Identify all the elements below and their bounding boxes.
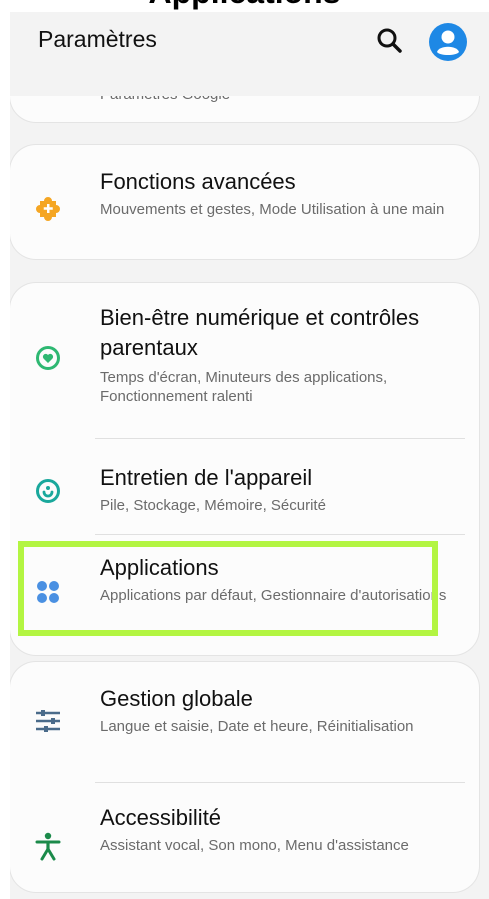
card-advanced-features: Fonctions avancées Mouvements et gestes,… bbox=[10, 145, 479, 259]
list-item-advanced-features[interactable]: Fonctions avancées Mouvements et gestes,… bbox=[10, 145, 479, 259]
accessibility-title: Accessibilité bbox=[100, 805, 222, 830]
general-management-subtitle: Langue et saisie, Date et heure, Réiniti… bbox=[100, 718, 414, 735]
general-management-title: Gestion globale bbox=[100, 686, 253, 711]
applications-title: Applications bbox=[100, 555, 219, 580]
card-device-group: Bien-être numérique et contrôles parenta… bbox=[10, 283, 479, 655]
applications-subtitle: Applications par défaut, Gestionnaire d'… bbox=[100, 587, 447, 604]
digital-wellbeing-subtitle: Temps d'écran, Minuteurs des application… bbox=[100, 369, 388, 405]
settings-screen: Paramètres Paramètres Google Fo bbox=[10, 12, 489, 899]
list-item-accessibility[interactable]: Accessibilité Assistant vocal, Son mono,… bbox=[10, 783, 479, 891]
search-icon bbox=[377, 28, 402, 53]
account-icon bbox=[429, 23, 467, 61]
accessibility-subtitle: Assistant vocal, Son mono, Menu d'assist… bbox=[100, 837, 409, 854]
search-button[interactable] bbox=[373, 24, 407, 58]
page-title: Paramètres bbox=[38, 26, 157, 52]
digital-wellbeing-title: Bien-être numérique et contrôles parenta… bbox=[100, 305, 420, 360]
list-item-device-care[interactable]: Entretien de l'appareil Pile, Stockage, … bbox=[10, 439, 479, 534]
account-button[interactable] bbox=[428, 22, 468, 62]
heart-circle-icon bbox=[36, 346, 60, 370]
device-care-subtitle: Pile, Stockage, Mémoire, Sécurité bbox=[100, 497, 326, 514]
puzzle-plus-icon bbox=[36, 197, 60, 221]
device-care-title: Entretien de l'appareil bbox=[100, 465, 313, 490]
apps-dots-icon bbox=[37, 581, 59, 603]
card-general-group: Gestion globale Langue et saisie, Date e… bbox=[10, 662, 479, 892]
list-item-digital-wellbeing[interactable]: Bien-être numérique et contrôles parenta… bbox=[10, 283, 479, 433]
header: Paramètres bbox=[10, 12, 489, 96]
list-item-applications[interactable]: Applications Applications par défaut, Ge… bbox=[10, 535, 479, 645]
advanced-features-subtitle: Mouvements et gestes, Mode Utilisation à… bbox=[100, 201, 445, 218]
accessibility-icon bbox=[35, 832, 61, 861]
list-item-general-management[interactable]: Gestion globale Langue et saisie, Date e… bbox=[10, 662, 479, 780]
device-care-icon bbox=[36, 479, 60, 503]
advanced-features-title: Fonctions avancées bbox=[100, 169, 296, 194]
sliders-icon bbox=[36, 710, 60, 732]
